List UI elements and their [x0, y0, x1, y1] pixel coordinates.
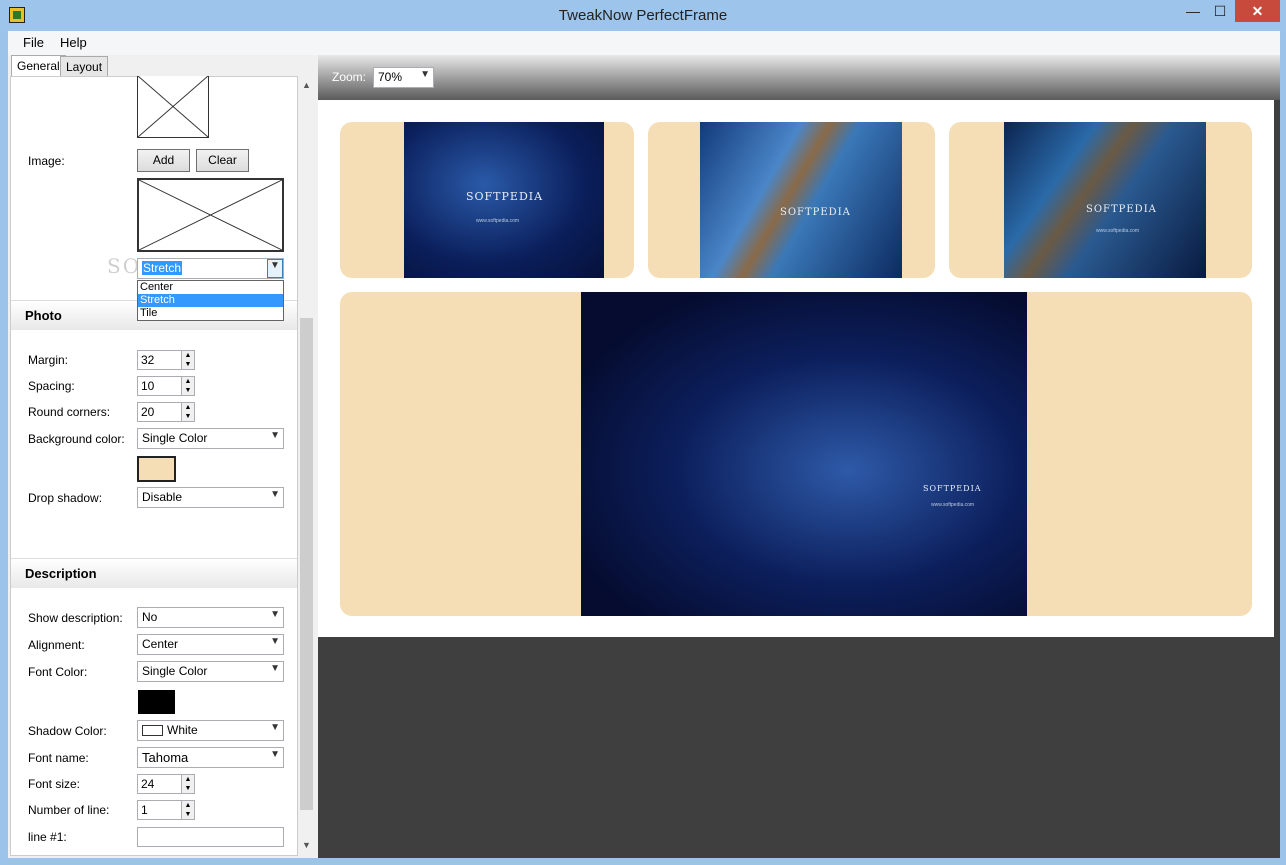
- image-label: Image:: [28, 154, 65, 168]
- font-name-value: Tahoma: [142, 750, 189, 765]
- alignment-select[interactable]: Center ▼: [137, 634, 284, 655]
- tab-general[interactable]: General: [11, 55, 66, 77]
- chevron-down-icon[interactable]: ▼: [267, 259, 283, 278]
- chevron-down-icon: ▼: [270, 749, 280, 760]
- shadow-color-value: White: [167, 723, 198, 737]
- shadow-color-select[interactable]: White ▼: [137, 720, 284, 741]
- font-name-select[interactable]: Tahoma ▼: [137, 747, 284, 768]
- photo-3[interactable]: SOFTPEDIA www.softpedia.com: [1004, 122, 1206, 278]
- zoom-toolbar: [318, 55, 1280, 100]
- maximize-button[interactable]: ☐: [1207, 0, 1233, 22]
- zoom-value: 70%: [378, 70, 403, 84]
- font-color-swatch[interactable]: [138, 690, 175, 714]
- margin-label: Margin:: [28, 353, 69, 367]
- description-section-heading: Description: [11, 558, 297, 588]
- background-color-select[interactable]: Single Color ▼: [137, 428, 284, 449]
- background-color-swatch[interactable]: [137, 456, 176, 482]
- photo-brand-text: SOFTPEDIA: [780, 207, 851, 218]
- drop-shadow-label: Drop shadow:: [28, 491, 103, 505]
- menu-file[interactable]: File: [23, 35, 44, 50]
- round-corners-stepper[interactable]: 20 ▲ ▼: [137, 402, 195, 422]
- shadow-color-chip: [142, 725, 163, 736]
- font-size-value: 24: [141, 777, 155, 791]
- spin-arrows-icon[interactable]: ▲ ▼: [181, 376, 195, 396]
- menu-bar: [8, 31, 1280, 55]
- show-description-label: Show description:: [28, 611, 123, 625]
- photo-brand-text: SOFTPEDIA: [466, 190, 544, 203]
- spacing-stepper[interactable]: 10 ▲ ▼: [137, 376, 195, 396]
- dropdown-option-center[interactable]: Center: [138, 281, 283, 294]
- chevron-down-icon: ▼: [270, 609, 280, 620]
- menu-help[interactable]: Help: [60, 35, 87, 50]
- description-heading: Description: [25, 566, 97, 581]
- drop-shadow-value: Disable: [142, 490, 183, 504]
- margin-stepper[interactable]: 32 ▲ ▼: [137, 350, 195, 370]
- photo-heading: Photo: [25, 308, 62, 323]
- round-corners-value: 20: [141, 405, 155, 419]
- show-description-select[interactable]: No ▼: [137, 607, 284, 628]
- zoom-select[interactable]: 70% ▼: [373, 67, 434, 88]
- spin-arrows-icon[interactable]: ▲ ▼: [181, 800, 195, 820]
- clear-image-button[interactable]: Clear: [196, 149, 249, 172]
- window-title: TweakNow PerfectFrame: [558, 7, 728, 24]
- round-corners-label: Round corners:: [28, 405, 111, 419]
- photo-url-text: www.softpedia.com: [931, 502, 975, 508]
- chevron-down-icon: ▼: [270, 430, 280, 441]
- font-color-value: Single Color: [142, 664, 208, 678]
- photo-brand-text: SOFTPEDIA: [923, 484, 982, 493]
- close-button[interactable]: ✕: [1235, 0, 1280, 22]
- scroll-down-icon[interactable]: ▼: [298, 840, 315, 850]
- font-color-label: Font Color:: [28, 665, 88, 679]
- photo-url-text: www.softpedia.com: [1096, 228, 1140, 234]
- background-color-label: Background color:: [28, 432, 125, 446]
- background-color-value: Single Color: [142, 431, 208, 445]
- photo-4[interactable]: SOFTPEDIA www.softpedia.com: [581, 292, 1027, 616]
- alignment-label: Alignment:: [28, 638, 85, 652]
- image-placeholder[interactable]: [137, 178, 284, 252]
- chevron-down-icon: ▼: [270, 489, 280, 500]
- scrollbar-thumb[interactable]: [300, 318, 313, 810]
- image-mode-value: Stretch: [142, 261, 183, 275]
- add-image-button[interactable]: Add: [137, 149, 190, 172]
- photo-1[interactable]: SOFTPEDIA www.softpedia.com: [404, 122, 604, 278]
- image-placeholder-top: [137, 76, 209, 138]
- zoom-label: Zoom:: [332, 70, 367, 84]
- photo-2[interactable]: SOFTPEDIA: [700, 122, 902, 278]
- image-mode-dropdown: Center Stretch Tile: [137, 280, 284, 321]
- chevron-down-icon: ▼: [270, 663, 280, 674]
- spacing-value: 10: [141, 379, 155, 393]
- shadow-color-label: Shadow Color:: [28, 724, 107, 738]
- chevron-down-icon: ▼: [420, 69, 430, 80]
- spacing-label: Spacing:: [28, 379, 75, 393]
- font-size-label: Font size:: [28, 777, 81, 791]
- font-name-label: Font name:: [28, 751, 89, 765]
- spin-arrows-icon[interactable]: ▲ ▼: [181, 350, 195, 370]
- photo-url-text: www.softpedia.com: [476, 218, 520, 224]
- number-of-line-label: Number of line:: [28, 803, 110, 817]
- minimize-button[interactable]: —: [1180, 0, 1206, 22]
- tab-layout[interactable]: Layout: [60, 56, 109, 76]
- line-1-input[interactable]: [137, 827, 284, 847]
- font-color-select[interactable]: Single Color ▼: [137, 661, 284, 682]
- drop-shadow-select[interactable]: Disable ▼: [137, 487, 284, 508]
- number-of-line-stepper[interactable]: 1 ▲ ▼: [137, 800, 195, 820]
- image-mode-select[interactable]: Stretch ▼: [137, 258, 284, 279]
- scroll-up-icon[interactable]: ▲: [298, 80, 315, 90]
- chevron-down-icon: ▼: [270, 722, 280, 733]
- spin-arrows-icon[interactable]: ▲ ▼: [181, 774, 195, 794]
- show-description-value: No: [142, 610, 158, 624]
- line-1-label: line #1:: [28, 830, 67, 844]
- spin-arrows-icon[interactable]: ▲ ▼: [181, 402, 195, 422]
- alignment-value: Center: [142, 637, 179, 651]
- photo-brand-text: SOFTPEDIA: [1086, 204, 1157, 215]
- dropdown-option-tile[interactable]: Tile: [138, 307, 283, 320]
- margin-value: 32: [141, 353, 155, 367]
- font-size-stepper[interactable]: 24 ▲ ▼: [137, 774, 195, 794]
- chevron-down-icon: ▼: [270, 636, 280, 647]
- number-of-line-value: 1: [141, 803, 148, 817]
- dropdown-option-stretch[interactable]: Stretch: [138, 294, 283, 307]
